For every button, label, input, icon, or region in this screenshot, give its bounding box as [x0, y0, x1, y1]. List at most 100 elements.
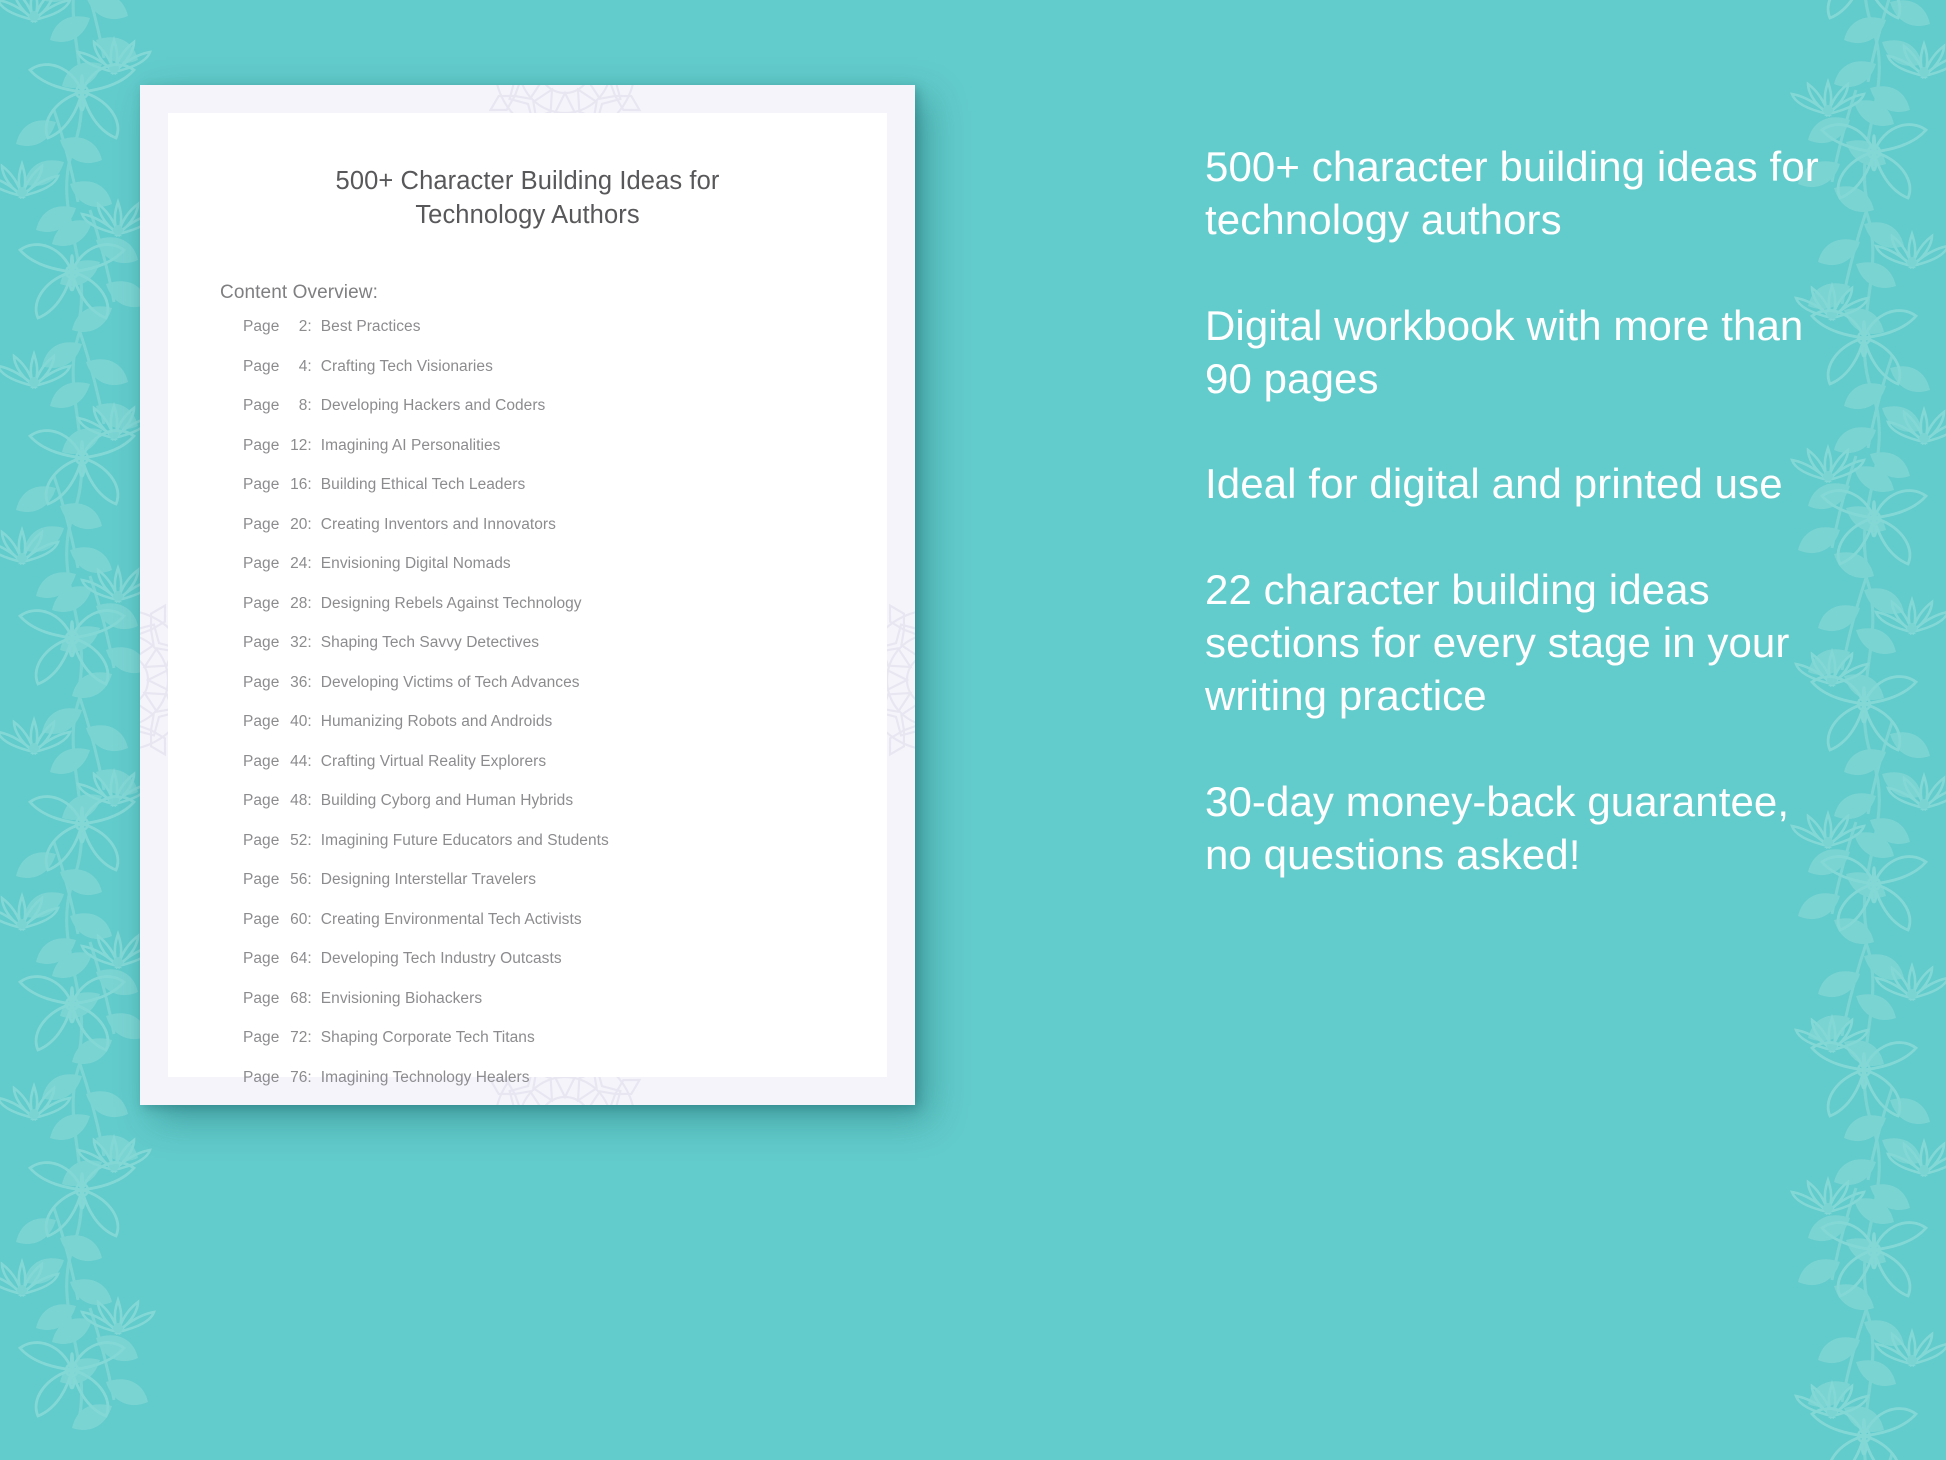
toc-item: Page 76: Imagining Technology Healers [243, 1069, 887, 1105]
toc-page-word: Page [243, 515, 280, 533]
toc-page-number: 4 [298, 357, 308, 375]
toc-entry-title: Designing Rebels Against Technology [320, 594, 582, 612]
toc-page-word: Page [243, 634, 280, 652]
toc-colon: : [307, 594, 312, 612]
toc-item: Page 56: Designing Interstellar Travelers [243, 871, 887, 911]
toc-entry-title: Creating Inventors and Innovators [320, 515, 556, 533]
toc-colon: : [307, 831, 312, 849]
toc-entry-title: Developing Hackers and Coders [320, 397, 546, 415]
toc-entry-title: Crafting Tech Visionaries [320, 357, 493, 375]
toc-page-number: 8 [298, 397, 308, 415]
toc-page-word: Page [243, 1068, 280, 1086]
toc-entry-title: Imagining AI Personalities [320, 436, 501, 454]
marketing-copy: 500+ character building ideas for techno… [1205, 140, 1845, 881]
toc-page-number: 2 [298, 318, 308, 336]
toc-page-number: 28 [290, 594, 308, 612]
toc-page-number: 60 [290, 910, 308, 928]
toc-entry-title: Envisioning Digital Nomads [320, 555, 511, 573]
toc-colon: : [307, 357, 312, 375]
marketing-block: 22 character building ideas sections for… [1205, 565, 1790, 720]
toc-colon: : [307, 673, 312, 691]
toc-item: Page 52: Imagining Future Educators and St… [243, 832, 887, 872]
toc-entry-title: Designing Interstellar Travelers [320, 871, 537, 889]
toc-page-number: 16 [290, 476, 308, 494]
toc-page-number: 68 [290, 989, 308, 1007]
toc-item: Page 68: Envisioning Biohackers [243, 990, 887, 1030]
toc-page-number: 20 [290, 515, 308, 533]
marketing-block: Ideal for digital and printed use [1205, 460, 1783, 508]
toc-page-number: 36 [290, 673, 308, 691]
toc-colon: : [307, 515, 312, 533]
toc-page-number: 44 [290, 752, 308, 770]
toc-page-word: Page [243, 673, 280, 691]
toc-item: Page 72: Shaping Corporate Tech Titans [243, 1029, 887, 1069]
toc-colon: : [307, 871, 312, 889]
toc-item: Page 4: Crafting Tech Visionaries [243, 358, 887, 398]
document-page: 500+ Character Building Ideas for Techno… [168, 113, 887, 1086]
table-of-contents: Page 2: Best Practices Page 4: Crafting Tech … [243, 318, 887, 1105]
toc-entry-title: Best Practices [320, 318, 421, 336]
document-card: 500+ Character Building Ideas for Techno… [140, 85, 915, 1105]
page-title-line2: Technology Authors [415, 200, 640, 229]
page-title-line1: 500+ Character Building Ideas for [335, 167, 720, 195]
toc-item: Page 2: Best Practices [243, 318, 887, 358]
toc-page-word: Page [243, 318, 280, 336]
toc-entry-title: Envisioning Biohackers [320, 989, 483, 1007]
toc-item: Page 12: Imagining AI Personalities [243, 437, 887, 477]
toc-page-number: 12 [290, 436, 308, 454]
toc-entry-title: Building Cyborg and Human Hybrids [320, 792, 574, 810]
toc-item: Page 32: Shaping Tech Savvy Detectives [243, 634, 887, 674]
toc-item: Page 60: Creating Environmental Tech Activ… [243, 911, 887, 951]
marketing-block: 500+ character building ideas for techno… [1205, 143, 1819, 244]
toc-entry-title: Shaping Tech Savvy Detectives [320, 634, 540, 652]
toc-page-number: 76 [290, 1068, 308, 1086]
toc-colon: : [307, 713, 312, 731]
toc-page-number: 40 [290, 713, 308, 731]
toc-page-word: Page [243, 397, 280, 415]
toc-entry-title: Creating Environmental Tech Activists [320, 910, 582, 928]
toc-colon: : [307, 910, 312, 928]
page-title: 500+ Character Building Ideas for Techno… [168, 165, 887, 232]
toc-page-word: Page [243, 476, 280, 494]
toc-page-number: 48 [290, 792, 308, 810]
toc-colon: : [307, 989, 312, 1007]
toc-colon: : [307, 950, 312, 968]
toc-page-number: 72 [290, 1029, 308, 1047]
toc-page-word: Page [243, 713, 280, 731]
toc-page-number: 32 [290, 634, 308, 652]
toc-page-word: Page [243, 752, 280, 770]
toc-page-word: Page [243, 594, 280, 612]
toc-page-word: Page [243, 555, 280, 573]
toc-item: Page 8: Developing Hackers and Coders [243, 397, 887, 437]
toc-item: Page 48: Building Cyborg and Human Hybrids [243, 792, 887, 832]
toc-colon: : [307, 476, 312, 494]
toc-page-word: Page [243, 871, 280, 889]
toc-colon: : [307, 752, 312, 770]
toc-colon: : [307, 792, 312, 810]
toc-page-word: Page [243, 1029, 280, 1047]
toc-colon: : [307, 397, 312, 415]
toc-page-number: 56 [290, 871, 308, 889]
marketing-block: 30-day money-back guarantee, no question… [1205, 777, 1790, 878]
toc-entry-title: Building Ethical Tech Leaders [320, 476, 526, 494]
toc-page-number: 64 [290, 950, 308, 968]
toc-page-word: Page [243, 989, 280, 1007]
toc-page-word: Page [243, 910, 280, 928]
toc-entry-title: Shaping Corporate Tech Titans [320, 1029, 535, 1047]
toc-page-word: Page [243, 357, 280, 375]
toc-colon: : [307, 318, 312, 336]
toc-entry-title: Crafting Virtual Reality Explorers [320, 752, 547, 770]
toc-page-word: Page [243, 831, 280, 849]
toc-page-number: 52 [290, 831, 308, 849]
toc-item: Page 20: Creating Inventors and Innovators [243, 516, 887, 556]
toc-item: Page 64: Developing Tech Industry Outcasts [243, 950, 887, 990]
toc-colon: : [307, 436, 312, 454]
toc-item: Page 28: Designing Rebels Against Technolo… [243, 595, 887, 635]
toc-item: Page 16: Building Ethical Tech Leaders [243, 476, 887, 516]
toc-item: Page 24: Envisioning Digital Nomads [243, 555, 887, 595]
toc-entry-title: Developing Tech Industry Outcasts [320, 950, 562, 968]
toc-page-number: 24 [290, 555, 308, 573]
toc-colon: : [307, 555, 312, 573]
toc-page-word: Page [243, 950, 280, 968]
content-overview-label: Content Overview: [220, 282, 378, 304]
